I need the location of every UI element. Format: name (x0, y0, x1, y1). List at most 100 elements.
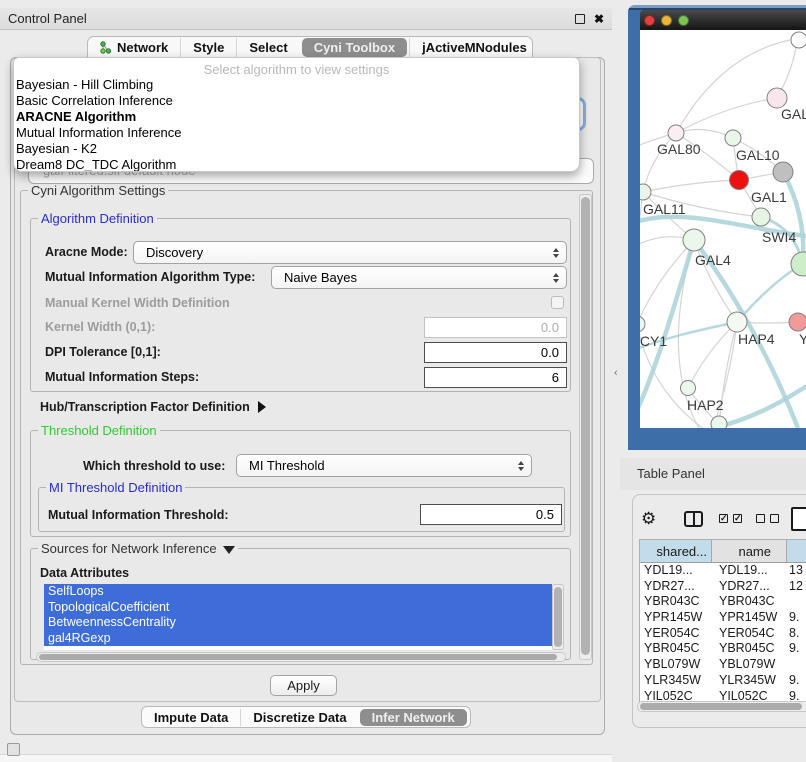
algorithm-option[interactable]: Dream8 DC_TDC Algorithm (14, 157, 579, 172)
tab-cyni-toolbox[interactable]: Cyni Toolbox (302, 38, 407, 57)
hub-definition-toggle[interactable]: Hub/Transcription Factor Definition (40, 400, 266, 414)
table-hscrollbar[interactable] (637, 701, 806, 712)
select-all-icon[interactable]: ✓✓ (719, 514, 742, 523)
attribute-item-selected[interactable]: gal4RGexp (44, 631, 552, 647)
algorithm-option[interactable]: Basic Correlation Inference (14, 93, 579, 109)
table-row[interactable]: YBL079WYBL079W (640, 657, 806, 673)
network-node[interactable] (711, 416, 727, 428)
node-label: HAP2 (687, 397, 724, 413)
network-node-gal11[interactable] (640, 184, 651, 200)
network-edge[interactable] (714, 384, 806, 428)
which-threshold-combo[interactable]: MI Threshold (236, 454, 532, 477)
table-row[interactable]: YPR145WYPR145W9. (640, 610, 806, 626)
network-canvas[interactable]: GALGAL80GAL10GAL1GAL11SWI4GAL4GCY1HAP4YH… (640, 30, 806, 428)
algorithm-option-selected[interactable]: ARACNE Algorithm (14, 109, 579, 125)
network-node-gal80[interactable] (668, 125, 684, 141)
manual-kernel-checkbox[interactable] (551, 296, 564, 309)
network-edge[interactable] (676, 98, 777, 133)
network-edge[interactable] (783, 172, 803, 264)
tab-jactivemnodules[interactable]: jActiveMNodules (409, 38, 539, 57)
minimize-window-icon[interactable] (661, 15, 672, 26)
network-edge[interactable] (737, 264, 803, 322)
panel-collapse-icon[interactable] (7, 743, 20, 756)
mi-type-combo[interactable]: Naive Bayes (271, 266, 567, 289)
attributes-vscrollbar[interactable] (552, 584, 564, 650)
control-panel-title: Control Panel (8, 11, 87, 26)
settings-scrollbar[interactable] (579, 194, 592, 660)
gear-icon[interactable]: ⚙ (641, 509, 656, 529)
network-node-gal[interactable] (767, 88, 787, 108)
attributes-vscrollbar-thumb[interactable] (554, 587, 562, 647)
attributes-hscrollbar-thumb[interactable] (39, 654, 557, 660)
attribute-item-selected[interactable]: SelfLoops (44, 584, 552, 600)
attribute-item-selected[interactable]: BetweennessCentrality (44, 615, 552, 631)
kernel-width-input[interactable]: 0.0 (424, 317, 567, 338)
float-panel-icon[interactable] (575, 14, 585, 24)
network-node-gal1[interactable] (730, 171, 749, 190)
table-hscrollbar-thumb[interactable] (640, 703, 802, 710)
export-table-icon[interactable] (791, 507, 806, 531)
network-edge[interactable] (676, 129, 733, 138)
table-row[interactable]: YBR045CYBR045C9. (640, 641, 806, 657)
column-layout-icon[interactable] (684, 511, 703, 527)
network-node-gal10[interactable] (725, 130, 741, 146)
table-row[interactable]: YDL19...YDL19...13 (640, 563, 806, 579)
network-node-hap2[interactable] (681, 381, 696, 396)
algorithm-option[interactable]: Bayesian - K2 (14, 141, 579, 157)
table-row[interactable]: YBR043CYBR043C (640, 594, 806, 610)
zoom-window-icon[interactable] (678, 15, 689, 26)
attributes-hscrollbar[interactable] (36, 652, 566, 662)
dpi-tolerance-label: DPI Tolerance [0,1]: (45, 345, 161, 359)
network-node-hap4[interactable] (727, 312, 747, 332)
network-node-y[interactable] (789, 313, 806, 331)
tab-discretize-data[interactable]: Discretize Data (240, 709, 358, 726)
table-row[interactable]: YDR27...YDR27...12 (640, 579, 806, 595)
mi-steps-input[interactable]: 6 (424, 367, 567, 388)
network-node-swi4[interactable] (752, 208, 770, 226)
attribute-item-selected[interactable]: TopologicalCoefficient (44, 600, 552, 616)
tab-network[interactable]: Network (88, 38, 180, 57)
table-row[interactable]: YER054CYER054C8. (640, 626, 806, 642)
collapse-arrow-icon (223, 546, 235, 554)
table-cell: YBR043C (712, 594, 787, 610)
column-header-shared-name[interactable]: shared... (640, 540, 712, 562)
settings-scrollbar-thumb[interactable] (581, 197, 590, 655)
apply-button[interactable]: Apply (270, 675, 337, 696)
table-row[interactable]: YLR345WYLR345W9. (640, 673, 806, 689)
mi-type-label: Mutual Information Algorithm Type: (45, 270, 255, 284)
aracne-mode-combo[interactable]: Discovery (133, 241, 567, 264)
close-window-icon[interactable] (644, 15, 655, 26)
combo-arrows-icon (518, 461, 524, 471)
node-label: HAP4 (738, 331, 775, 347)
dpi-tolerance-input[interactable]: 0.0 (424, 342, 567, 363)
network-node-gal4[interactable] (683, 229, 705, 251)
tab-select[interactable]: Select (236, 38, 299, 57)
control-panel-tabbar: Network Style Select Cyni Toolbox jActiv… (87, 36, 533, 59)
network-node-gcy1[interactable] (640, 316, 645, 332)
close-panel-icon[interactable]: ✖ (594, 14, 604, 24)
network-node[interactable] (791, 252, 806, 276)
network-edge[interactable] (643, 180, 739, 192)
tab-style[interactable]: Style (180, 38, 236, 57)
deselect-all-icon[interactable] (756, 514, 779, 523)
network-edge[interactable] (640, 240, 694, 324)
tab-impute-data[interactable]: Impute Data (142, 709, 240, 726)
algorithm-option[interactable]: Bayesian - Hill Climbing (14, 77, 579, 93)
network-node[interactable] (773, 162, 793, 182)
splitter-handle[interactable]: ‹ (614, 367, 618, 379)
sources-group-title[interactable]: Sources for Network Inference (38, 541, 238, 556)
network-node[interactable] (791, 32, 806, 48)
control-panel-titlebar: Control Panel ✖ (0, 8, 612, 30)
column-header-name[interactable]: name (712, 540, 787, 562)
threshold-definition-title: Threshold Definition (38, 423, 160, 438)
expand-arrow-icon (258, 401, 266, 413)
network-window-titlebar[interactable] (640, 10, 806, 30)
data-attributes-list[interactable]: SelfLoops TopologicalCoefficient Between… (44, 584, 552, 650)
network-edge[interactable] (676, 40, 790, 133)
tab-infer-network[interactable]: Infer Network (360, 709, 467, 726)
column-header-third[interactable] (787, 540, 806, 562)
table-cell: 9. (787, 641, 806, 657)
mi-threshold-input[interactable]: 0.5 (420, 504, 562, 525)
table-cell (787, 594, 806, 610)
algorithm-option[interactable]: Mutual Information Inference (14, 125, 579, 141)
